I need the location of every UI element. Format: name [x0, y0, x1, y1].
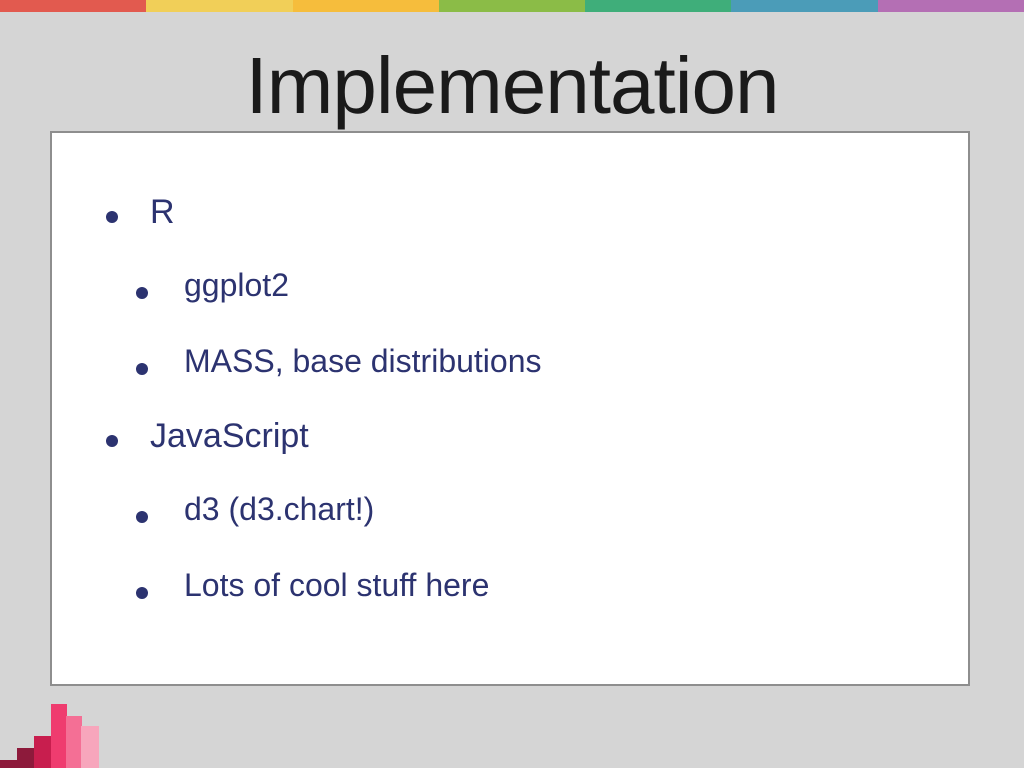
- bullet-text: JavaScript: [150, 417, 309, 455]
- color-segment: [585, 0, 732, 12]
- color-segment: [731, 0, 878, 12]
- content-box: R ggplot2 MASS, base distributions JavaS…: [50, 131, 970, 686]
- color-segment: [0, 0, 147, 12]
- corner-bar: [51, 704, 67, 768]
- bullet-text: Lots of cool stuff here: [184, 567, 490, 603]
- corner-bar: [17, 748, 35, 768]
- color-segment: [877, 0, 1024, 12]
- bullet-icon: [136, 287, 148, 299]
- top-color-bar: [0, 0, 1024, 12]
- bullet-icon: [136, 511, 148, 523]
- corner-bar: [66, 716, 82, 768]
- corner-bar: [81, 726, 99, 768]
- slide-title: Implementation: [245, 41, 780, 130]
- bullet-icon: [136, 363, 148, 375]
- corner-bars-logo: [0, 698, 110, 768]
- bullet-icon: [136, 587, 148, 599]
- corner-bar: [0, 760, 18, 768]
- bullet-icon: [106, 211, 118, 223]
- color-segment: [292, 0, 439, 12]
- corner-bar: [34, 736, 52, 768]
- color-segment: [146, 0, 293, 12]
- bullet-text: d3 (d3.chart!): [184, 491, 375, 527]
- bullet-text: MASS, base distributions: [184, 343, 542, 379]
- bullet-icon: [106, 435, 118, 447]
- bullet-text: ggplot2: [184, 267, 289, 303]
- color-segment: [438, 0, 586, 12]
- bullet-text: R: [150, 193, 175, 231]
